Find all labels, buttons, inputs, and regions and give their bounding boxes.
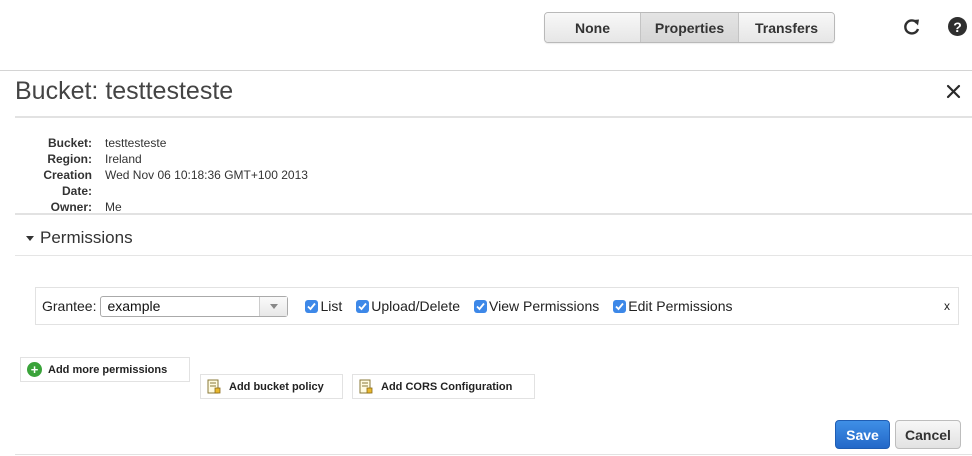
add-cors-configuration-label: Add CORS Configuration	[381, 380, 513, 393]
permissions-toggle[interactable]: Permissions	[26, 228, 133, 248]
permission-upload-delete-checkbox[interactable]: Upload/Delete	[356, 298, 460, 314]
view-none-button[interactable]: None	[545, 13, 641, 42]
permission-view-checkbox[interactable]: View Permissions	[474, 298, 599, 314]
checkbox-checked-icon[interactable]	[305, 299, 319, 313]
checkbox-checked-icon[interactable]	[613, 299, 627, 313]
add-icon: +	[27, 362, 42, 377]
section-divider	[15, 213, 972, 215]
permissions-title: Permissions	[40, 228, 133, 247]
add-cors-configuration-button[interactable]: Add CORS Configuration	[352, 374, 535, 399]
permissions-divider	[15, 255, 972, 256]
view-transfers-button[interactable]: Transfers	[739, 13, 834, 42]
region-value: Ireland	[105, 152, 142, 166]
grantee-row: Grantee: example List Upload/Delete View…	[35, 287, 959, 325]
checkbox-checked-icon[interactable]	[474, 299, 488, 313]
bottom-divider	[15, 454, 972, 455]
permission-edit-label: Edit Permissions	[628, 298, 733, 314]
document-edit-icon	[207, 379, 221, 394]
grantee-label: Grantee:	[42, 298, 97, 314]
refresh-icon[interactable]	[902, 17, 922, 37]
view-selector: None Properties Transfers	[544, 12, 835, 43]
add-more-permissions-button[interactable]: + Add more permissions	[20, 357, 190, 382]
page-title: Bucket: testtesteste	[15, 77, 234, 105]
bucket-value: testtesteste	[105, 136, 167, 150]
add-more-permissions-label: Add more permissions	[48, 363, 168, 376]
close-icon[interactable]	[944, 82, 964, 102]
caret-down-icon	[26, 236, 34, 241]
region-label: Region:	[47, 152, 92, 166]
permission-upload-delete-label: Upload/Delete	[371, 298, 461, 314]
creation-date-label: Creation Date:	[43, 168, 92, 198]
document-edit-icon	[359, 379, 373, 394]
checkbox-checked-icon[interactable]	[356, 299, 370, 313]
bucket-info: Bucket: testtesteste Region: Ireland Cre…	[15, 135, 308, 215]
add-bucket-policy-label: Add bucket policy	[229, 380, 324, 393]
permission-view-label: View Permissions	[489, 298, 600, 314]
remove-grantee-button[interactable]: x	[944, 299, 950, 313]
help-icon[interactable]: ?	[948, 17, 967, 36]
permission-edit-checkbox[interactable]: Edit Permissions	[613, 298, 733, 314]
chevron-down-icon[interactable]	[259, 296, 288, 316]
grantee-value: example	[107, 298, 161, 314]
view-properties-button[interactable]: Properties	[641, 13, 739, 42]
cancel-button[interactable]: Cancel	[895, 420, 961, 449]
add-bucket-policy-button[interactable]: Add bucket policy	[200, 374, 343, 399]
help-label: ?	[953, 18, 962, 35]
toolbar-divider	[0, 70, 972, 71]
permission-list-label: List	[320, 298, 343, 314]
permission-list-checkbox[interactable]: List	[305, 298, 342, 314]
grantee-select[interactable]: example	[100, 295, 289, 317]
panel-divider	[15, 116, 972, 118]
bucket-label: Bucket:	[47, 136, 92, 150]
save-button[interactable]: Save	[835, 420, 890, 449]
creation-date-value: Wed Nov 06 10:18:36 GMT+100 2013	[105, 168, 308, 182]
